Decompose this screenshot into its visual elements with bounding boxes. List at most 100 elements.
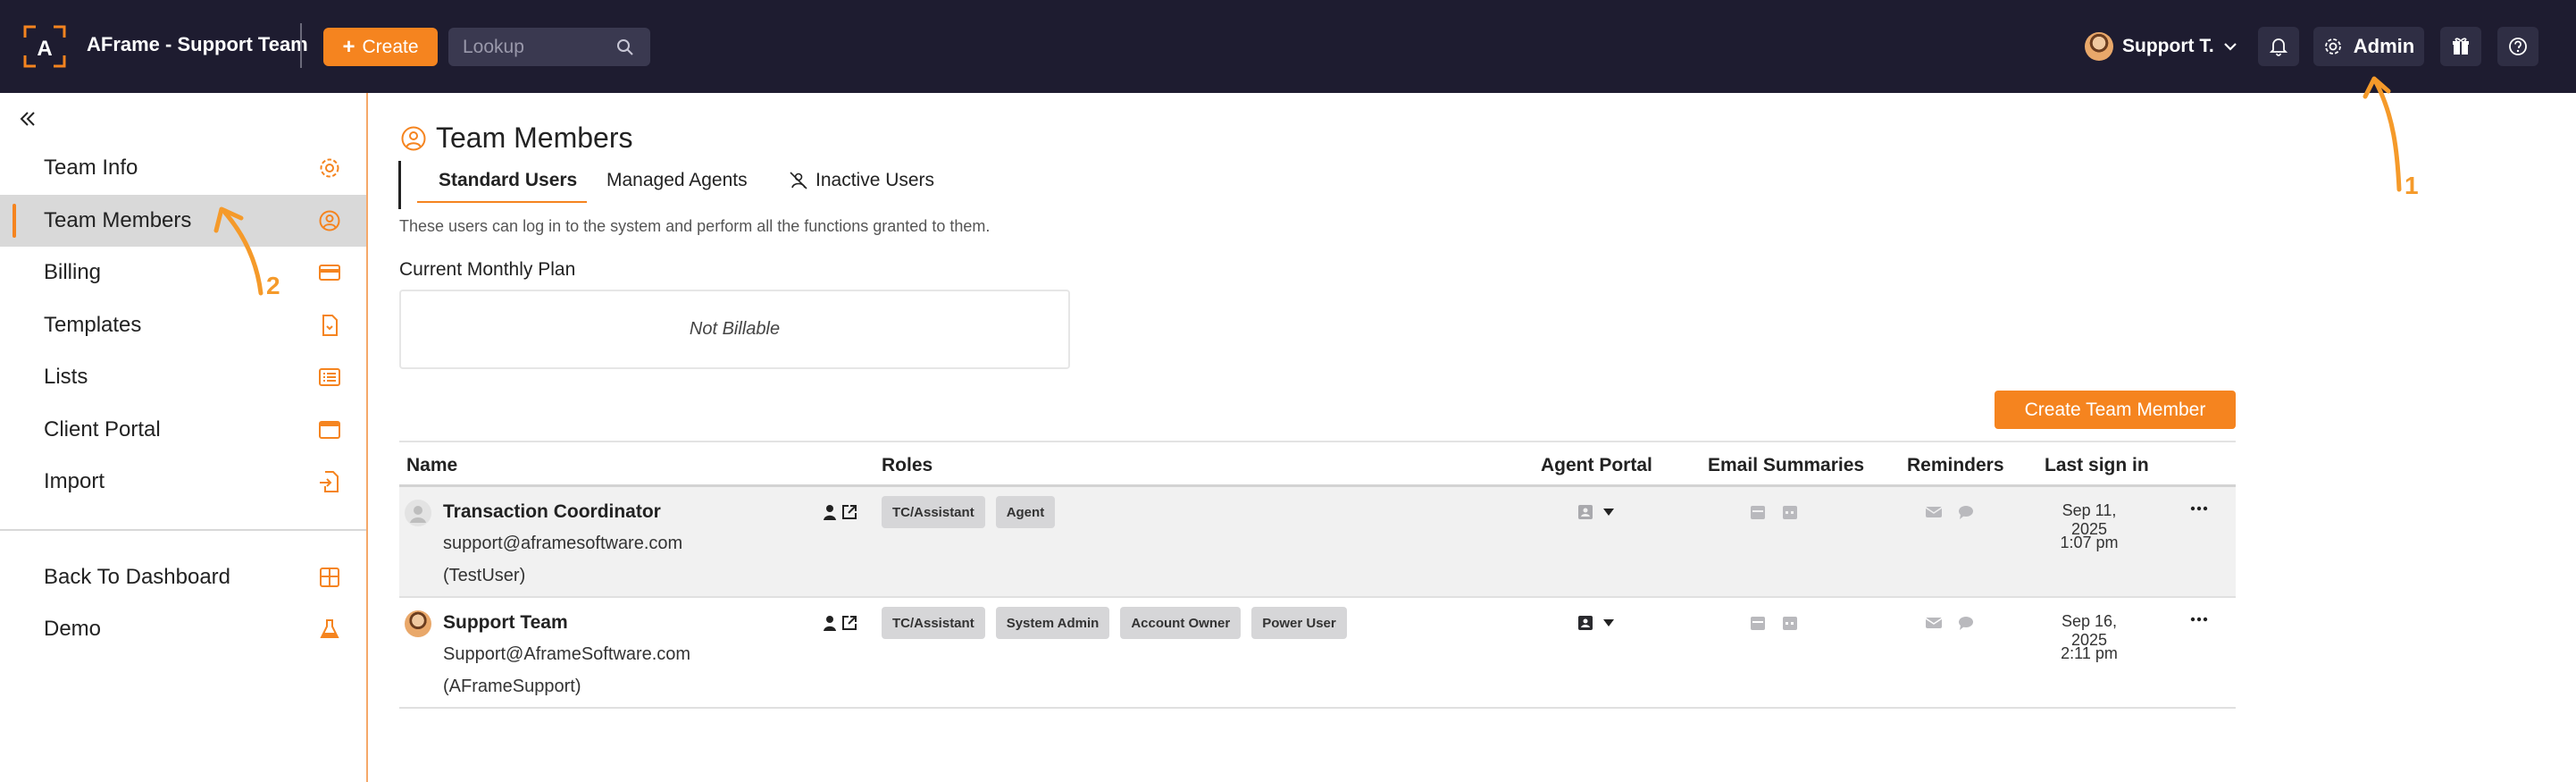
sidebar-item-team-info[interactable]: Team Info [0,142,366,194]
column-header-last-sign-in[interactable]: Last sign in [2045,455,2149,476]
last-sign-in-time: 1:07 pm [2060,534,2119,551]
calendar-week-icon[interactable] [1781,503,1799,521]
role-badge: TC/Assistant [882,607,985,639]
envelope-icon[interactable] [1925,503,1943,521]
page-title: Team Members [436,122,633,154]
app-title: AFrame - Support Team [87,33,308,55]
annotation-arrow-1 [2363,76,2402,192]
id-card-icon [1578,616,1593,630]
flask-icon [320,619,339,638]
user-icon[interactable] [821,503,839,521]
tab-managed-agents[interactable]: Managed Agents [606,170,748,191]
member-name[interactable]: Support Team [443,612,568,634]
chat-bubble-icon[interactable] [1957,614,1975,632]
tab-standard-users[interactable]: Standard Users [439,170,577,191]
plan-value: Not Billable [689,319,781,339]
sidebar-item-demo[interactable]: Demo [0,603,366,655]
browser-window-icon [319,421,340,439]
search-icon[interactable] [616,38,634,56]
gift-icon [2453,38,2469,55]
bell-icon [2270,38,2287,56]
plan-label: Current Monthly Plan [399,259,576,280]
sidebar-item-templates[interactable]: Templates [0,299,366,351]
avatar [405,610,431,637]
calendar-icon[interactable] [1749,614,1767,632]
user-icon[interactable] [821,614,839,632]
lookup-box[interactable] [448,28,650,66]
table-row[interactable]: Transaction Coordinator support@aframeso… [399,487,2236,598]
gear-icon [320,158,339,178]
column-header-agent-portal[interactable]: Agent Portal [1541,455,1652,476]
admin-button[interactable]: Admin [2313,27,2424,66]
member-name[interactable]: Transaction Coordinator [443,501,661,523]
team-members-table: Name Roles Agent Portal Email Summaries … [399,441,2236,709]
avatar [2085,32,2113,61]
help-button[interactable] [2497,27,2538,66]
svg-text:A: A [37,37,52,61]
annotation-arrow-2 [213,206,263,296]
member-email: support@aframesoftware.com [443,534,683,553]
sidebar-item-label: Team Members [44,208,192,232]
lookup-input[interactable] [463,35,606,59]
column-header-name[interactable]: Name [406,455,457,476]
more-options-icon[interactable] [2189,614,2209,625]
sidebar-item-label: Billing [44,260,102,284]
user-circle-icon [319,210,340,231]
tabs-bar: Standard Users Managed Agents Inactive U… [398,161,952,209]
caret-down-icon [1603,509,1614,516]
list-icon [319,368,340,386]
column-header-email-summaries[interactable]: Email Summaries [1708,455,1864,476]
gift-button[interactable] [2440,27,2481,66]
create-button[interactable]: + Create [323,28,438,66]
file-icon [322,315,338,336]
role-badge: TC/Assistant [882,496,985,528]
column-header-reminders[interactable]: Reminders [1907,455,2004,476]
sidebar-item-lists[interactable]: Lists [0,351,366,403]
member-username: (AFrameSupport) [443,677,581,696]
user-name: Support T. [2122,36,2214,56]
notifications-button[interactable] [2258,27,2299,66]
envelope-icon[interactable] [1925,614,1943,632]
agent-portal-dropdown[interactable] [1577,503,1614,521]
sidebar-item-label: Templates [44,313,142,337]
role-list: TC/Assistant System Admin Account Owner … [882,607,1347,639]
calendar-week-icon[interactable] [1781,614,1799,632]
sidebar-item-label: Back To Dashboard [44,565,231,589]
sidebar-item-billing[interactable]: Billing [0,247,366,299]
sidebar-divider [0,529,366,531]
calendar-icon[interactable] [1749,503,1767,521]
member-username: (TestUser) [443,566,526,585]
table-row[interactable]: Support Team Support@AframeSoftware.com … [399,598,2236,709]
gear-icon [2324,38,2341,55]
role-badge: Power User [1251,607,1347,639]
sidebar-item-label: Demo [44,617,102,641]
sidebar-item-back-to-dashboard[interactable]: Back To Dashboard [0,551,366,603]
caret-down-icon [1603,619,1614,626]
section-description: These users can log in to the system and… [399,217,991,235]
external-link-icon[interactable] [841,503,858,521]
column-header-roles[interactable]: Roles [882,455,933,476]
user-menu[interactable]: Support T. [2085,30,2237,63]
more-options-icon[interactable] [2189,503,2209,514]
id-card-icon [1578,505,1593,519]
file-import-icon [320,471,339,492]
chat-bubble-icon[interactable] [1957,503,1975,521]
external-link-icon[interactable] [841,614,858,632]
default-user-icon [410,506,426,523]
collapse-sidebar-icon[interactable] [18,109,38,129]
tab-inactive-users-label: Inactive Users [815,170,935,190]
member-email: Support@AframeSoftware.com [443,644,691,664]
agent-portal-dropdown[interactable] [1577,614,1614,632]
sidebar-item-team-members[interactable]: Team Members [0,195,366,247]
active-tab-indicator [417,201,587,203]
annotation-number-1: 1 [2405,172,2419,199]
tab-inactive-users[interactable]: Inactive Users [789,170,934,191]
plan-box: Not Billable [399,290,1070,369]
create-team-member-button[interactable]: Create Team Member [1995,391,2236,429]
sidebar-item-client-portal[interactable]: Client Portal [0,404,366,456]
sidebar: Team Info Team Members Billing Templates… [0,93,368,782]
aframe-logo[interactable]: A [23,25,66,68]
chevron-down-icon [2223,43,2237,51]
sidebar-item-import[interactable]: Import [0,456,366,508]
dashboard-grid-icon [320,568,339,587]
